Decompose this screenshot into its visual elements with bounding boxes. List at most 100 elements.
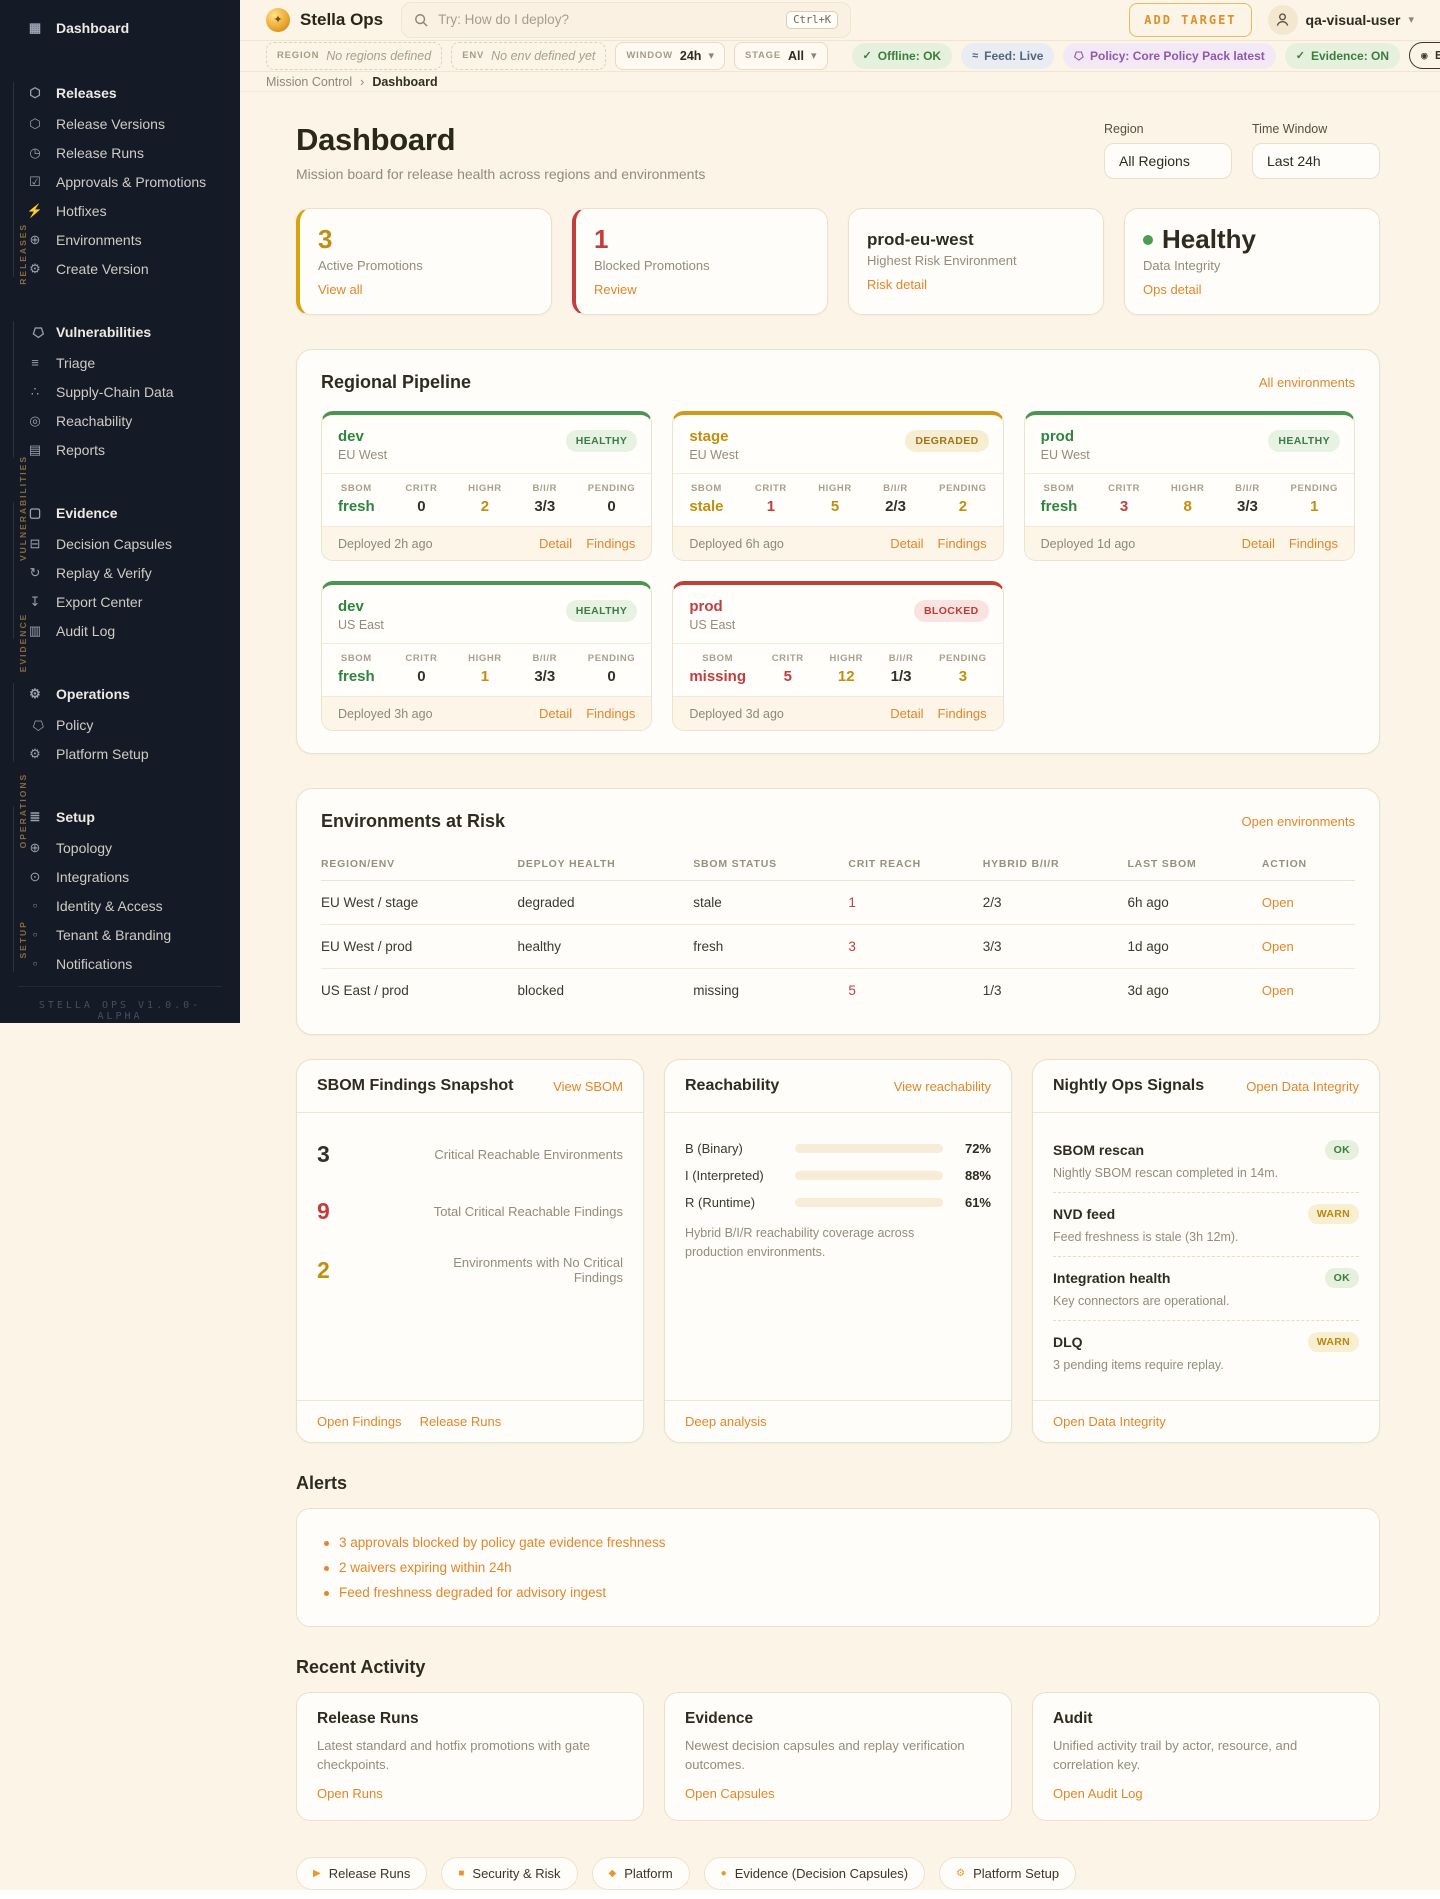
- sidebar-item[interactable]: ⚡ Hotfixes: [0, 196, 240, 225]
- sidebar-item[interactable]: ⚙ Operations: [0, 677, 240, 710]
- footer-link[interactable]: Open Findings: [317, 1414, 402, 1429]
- status-pill[interactable]: ≈ Feed: Live: [961, 42, 1055, 69]
- signal-name: NVD feed: [1053, 1206, 1116, 1223]
- region-chip[interactable]: REGION No regions defined: [266, 41, 443, 70]
- sidebar-item[interactable]: ⬡ Releases: [0, 76, 240, 109]
- signal-row: NVD feed WARN Feed freshness is stale (3…: [1053, 1193, 1359, 1258]
- all-environments-link[interactable]: All environments: [1259, 375, 1355, 390]
- open-data-integrity-link[interactable]: Open Data Integrity: [1246, 1079, 1359, 1094]
- sidebar-item[interactable]: ▢ Evidence: [0, 496, 240, 529]
- env-chip[interactable]: ENV No env defined yet: [451, 41, 607, 70]
- sidebar-item-label: Releases: [56, 84, 117, 101]
- detail-link[interactable]: Detail: [539, 706, 572, 721]
- user-menu[interactable]: qa-visual-user ▾: [1267, 4, 1414, 35]
- sidebar-item[interactable]: ∴ Supply-Chain Data: [0, 377, 240, 406]
- sidebar-item[interactable]: ☑ Approvals & Promotions: [0, 167, 240, 196]
- card-link[interactable]: Open Runs: [317, 1786, 383, 1801]
- footer-tag[interactable]: ● Evidence (Decision Capsules): [703, 1857, 926, 1890]
- sidebar-item[interactable]: ↻ Replay & Verify: [0, 558, 240, 587]
- status-pill[interactable]: ◉ EVENTS: DEGRADED: [1409, 42, 1440, 70]
- deep-analysis-link[interactable]: Deep analysis: [685, 1414, 767, 1429]
- time-window-select[interactable]: Last 24h: [1252, 143, 1380, 180]
- sidebar-item-label: Export Center: [56, 593, 143, 610]
- sidebar-item-label: Identity & Access: [56, 897, 163, 914]
- detail-link[interactable]: Detail: [1242, 536, 1275, 551]
- status-badge: HEALTHY: [565, 430, 638, 453]
- signal-name: DLQ: [1053, 1334, 1083, 1351]
- sidebar-item[interactable]: ○ Identity & Access: [0, 891, 240, 920]
- deployed-timestamp: Deployed 1d ago: [1040, 536, 1136, 551]
- card-title: Audit: [1053, 1710, 1093, 1728]
- findings-link[interactable]: Findings: [1289, 536, 1338, 551]
- search-input[interactable]: Try: How do I deploy? Ctrl+K: [401, 1, 852, 38]
- sidebar-item[interactable]: ⚙ Create Version: [0, 254, 240, 283]
- footer-tag[interactable]: ■ Security & Risk: [441, 1857, 578, 1890]
- critr-value: 0: [417, 668, 426, 686]
- sidebar-item[interactable]: ⊙ Integrations: [0, 862, 240, 891]
- findings-link[interactable]: Findings: [586, 706, 635, 721]
- sidebar-item[interactable]: ○ Notifications: [0, 949, 240, 978]
- sidebar-item[interactable]: ⊕ Topology: [0, 833, 240, 862]
- status-pill[interactable]: ⬠ Policy: Core Policy Pack latest: [1063, 42, 1276, 69]
- footer-link[interactable]: Release Runs: [420, 1414, 502, 1429]
- add-target-button[interactable]: ADD TARGET: [1129, 2, 1252, 37]
- stat-link[interactable]: Review: [594, 282, 637, 297]
- view-reachability-link[interactable]: View reachability: [894, 1079, 991, 1094]
- cell-hybrid-bir: 2/3: [982, 895, 1002, 911]
- detail-link[interactable]: Detail: [890, 536, 923, 551]
- open-data-integrity-link[interactable]: Open Data Integrity: [1053, 1414, 1166, 1429]
- findings-link[interactable]: Findings: [938, 536, 987, 551]
- card-link[interactable]: Open Audit Log: [1053, 1786, 1143, 1801]
- detail-link[interactable]: Detail: [539, 536, 572, 551]
- alert-item[interactable]: 3 approvals blocked by policy gate evide…: [321, 1535, 1355, 1550]
- stat-link[interactable]: Risk detail: [867, 277, 927, 292]
- alert-item[interactable]: 2 waivers expiring within 24h: [321, 1560, 1355, 1575]
- status-pill-label: Evidence: ON: [1311, 48, 1390, 63]
- sidebar-item[interactable]: ⬠ Vulnerabilities: [0, 315, 240, 348]
- open-link[interactable]: Open: [1262, 939, 1294, 954]
- sidebar-item[interactable]: ⬠ Policy: [0, 710, 240, 739]
- sidebar-item[interactable]: ↧ Export Center: [0, 587, 240, 616]
- breadcrumb-parent[interactable]: Mission Control: [266, 75, 352, 89]
- footer-tag[interactable]: ⚙ Platform Setup: [939, 1857, 1077, 1890]
- region-select[interactable]: All Regions: [1104, 143, 1232, 180]
- stat-link[interactable]: Ops detail: [1143, 282, 1202, 297]
- sidebar-item-icon: ⬡: [29, 115, 41, 131]
- tag-icon: ⚙: [956, 1868, 966, 1879]
- findings-link[interactable]: Findings: [586, 536, 635, 551]
- card-link[interactable]: Open Capsules: [685, 1786, 775, 1801]
- tag-label: Release Runs: [328, 1866, 411, 1881]
- sidebar-item[interactable]: ○ Tenant & Branding: [0, 920, 240, 949]
- sidebar-item[interactable]: ◷ Release Runs: [0, 138, 240, 167]
- alert-item[interactable]: Feed freshness degraded for advisory ing…: [321, 1585, 1355, 1600]
- view-sbom-link[interactable]: View SBOM: [553, 1079, 623, 1094]
- sidebar-item-icon: ⊟: [29, 535, 41, 551]
- sidebar-item[interactable]: ▥ Audit Log: [0, 616, 240, 645]
- findings-link[interactable]: Findings: [938, 706, 987, 721]
- open-link[interactable]: Open: [1262, 895, 1294, 910]
- deployed-timestamp: Deployed 2h ago: [338, 536, 433, 551]
- footer-tag[interactable]: ◆ Platform: [591, 1857, 690, 1890]
- open-environments-link[interactable]: Open environments: [1242, 814, 1355, 829]
- status-pill[interactable]: ✓ Offline: OK: [851, 42, 953, 69]
- sidebar-item[interactable]: ▤ Reports: [0, 435, 240, 464]
- sidebar-item[interactable]: ◎ Reachability: [0, 406, 240, 435]
- table-row: US East / prod blocked missing 5 1/3 3d …: [321, 968, 1355, 1013]
- sidebar-item[interactable]: ⊟ Decision Capsules: [0, 529, 240, 558]
- sidebar-item[interactable]: ⊕ Environments: [0, 225, 240, 254]
- search-icon: [415, 13, 428, 27]
- sidebar-item[interactable]: ≡ Triage: [0, 348, 240, 377]
- window-select[interactable]: WINDOW 24h ▾: [615, 41, 725, 70]
- stat-label: Blocked Promotions: [594, 258, 710, 274]
- stage-select[interactable]: STAGE All ▾: [733, 41, 828, 70]
- detail-link[interactable]: Detail: [890, 706, 923, 721]
- footer-tag[interactable]: ▶ Release Runs: [296, 1857, 428, 1890]
- status-pill[interactable]: ✓ Evidence: ON: [1284, 42, 1401, 69]
- sidebar-item[interactable]: ⬡ Release Versions: [0, 109, 240, 138]
- stat-link[interactable]: View all: [318, 282, 363, 297]
- open-link[interactable]: Open: [1262, 983, 1294, 998]
- sidebar-item[interactable]: ⚙ Platform Setup: [0, 739, 240, 768]
- sidebar-item-dashboard[interactable]: ▦ Dashboard: [0, 10, 240, 46]
- stat-label: CRITR: [1108, 483, 1141, 495]
- sidebar-item[interactable]: ≣ Setup: [0, 800, 240, 833]
